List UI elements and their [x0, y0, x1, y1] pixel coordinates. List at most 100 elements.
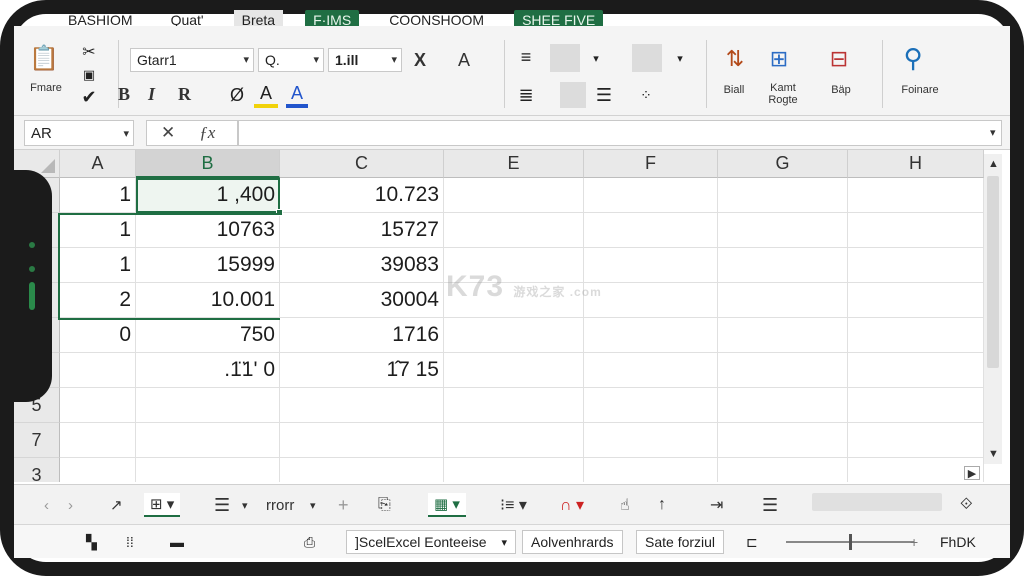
cell[interactable]: 10763: [136, 213, 280, 248]
page-break-icon[interactable]: ▬: [170, 530, 184, 554]
font-name-select[interactable]: Gtarr1 ▾: [130, 48, 254, 72]
cell[interactable]: 10.001: [136, 283, 280, 318]
format-painter-icon[interactable]: ✔: [78, 86, 100, 108]
add-sheet-button[interactable]: +: [338, 493, 349, 517]
cell[interactable]: [718, 458, 848, 482]
touch-icon[interactable]: ☝: [620, 493, 630, 517]
font-color-button[interactable]: A: [286, 82, 308, 108]
scroll-down-icon[interactable]: ▼: [988, 448, 999, 460]
cell[interactable]: [60, 388, 136, 423]
cell[interactable]: .1̈1' 0: [136, 353, 280, 388]
align-left-icon[interactable]: ≣: [514, 84, 538, 106]
cell[interactable]: [444, 423, 584, 458]
expand-icon[interactable]: ⟐: [960, 493, 973, 517]
cell[interactable]: [848, 388, 984, 423]
formula-input[interactable]: [238, 120, 1002, 146]
advanced-button[interactable]: Aolvenhrards: [522, 530, 623, 554]
sheet-name-label[interactable]: rrorr: [266, 493, 294, 517]
chevron-down-icon[interactable]: ▾: [674, 48, 686, 68]
cell[interactable]: [444, 388, 584, 423]
font-size-select[interactable]: 1.ill ▾: [328, 48, 402, 72]
column-header-f[interactable]: F: [584, 150, 718, 178]
cell[interactable]: [848, 213, 984, 248]
zoom-in-icon[interactable]: +: [910, 530, 918, 554]
cell[interactable]: [718, 178, 848, 213]
font-style-select[interactable]: Q. ▾: [258, 48, 324, 72]
cell[interactable]: [584, 248, 718, 283]
cell[interactable]: 1: [60, 248, 136, 283]
clear-format-button[interactable]: X: [414, 50, 426, 71]
border-icon[interactable]: Ø: [226, 84, 248, 106]
cell[interactable]: [136, 388, 280, 423]
cell[interactable]: 750: [136, 318, 280, 353]
cell[interactable]: 1716: [280, 318, 444, 353]
cell[interactable]: [584, 388, 718, 423]
scrollbar-thumb[interactable]: [987, 176, 999, 368]
cell[interactable]: [848, 283, 984, 318]
copy-icon[interactable]: ▣: [78, 66, 100, 84]
cell[interactable]: [136, 458, 280, 482]
cell[interactable]: [444, 353, 584, 388]
cell[interactable]: [60, 353, 136, 388]
cell[interactable]: [718, 423, 848, 458]
cell[interactable]: [584, 353, 718, 388]
column-header-h[interactable]: H: [848, 150, 984, 178]
magnet-icon[interactable]: ∩ ▾: [560, 493, 584, 517]
page-layout-icon[interactable]: ⁞⁞: [126, 530, 134, 554]
cell[interactable]: [848, 353, 984, 388]
cell[interactable]: [718, 388, 848, 423]
fill-handle[interactable]: [276, 209, 283, 216]
cell[interactable]: [444, 458, 584, 482]
zoom-slider-knob[interactable]: [849, 534, 852, 550]
cell[interactable]: [848, 248, 984, 283]
align-right-icon[interactable]: ☰: [592, 84, 616, 106]
cell[interactable]: [584, 423, 718, 458]
prev-sheet-icon[interactable]: ‹: [44, 493, 49, 517]
format-range-icon[interactable]: ⊞: [764, 44, 794, 74]
cell[interactable]: [60, 423, 136, 458]
chart-view-icon[interactable]: ▦ ▾: [428, 493, 466, 517]
indent-icon[interactable]: ⇥: [710, 493, 723, 517]
cell[interactable]: [584, 178, 718, 213]
cell[interactable]: 2: [60, 283, 136, 318]
fx-icon[interactable]: ƒx: [199, 123, 215, 143]
list-icon[interactable]: ☰: [214, 493, 230, 517]
layout-view-icon[interactable]: ⊞ ▾: [144, 493, 181, 517]
bold-button[interactable]: B: [118, 84, 130, 105]
cell[interactable]: [718, 283, 848, 318]
merge-cells-icon[interactable]: [632, 44, 662, 72]
number-format-icon[interactable]: ⁘: [632, 84, 660, 106]
cell[interactable]: 0: [60, 318, 136, 353]
underline-button[interactable]: R: [178, 84, 191, 105]
cells-icon[interactable]: ⇅: [720, 44, 750, 74]
cell[interactable]: 1 ,400: [136, 178, 280, 213]
cell[interactable]: 39083: [280, 248, 444, 283]
cell[interactable]: 1: [60, 213, 136, 248]
cut-icon[interactable]: ✂: [78, 42, 100, 62]
cell[interactable]: [718, 213, 848, 248]
cancel-icon[interactable]: ✕: [161, 123, 175, 143]
next-sheet-icon[interactable]: ›: [68, 493, 73, 517]
align-center-icon[interactable]: [560, 82, 586, 108]
scroll-right-icon[interactable]: ▶: [964, 466, 980, 480]
cell[interactable]: [136, 423, 280, 458]
cell[interactable]: [848, 318, 984, 353]
cell[interactable]: [280, 423, 444, 458]
cell[interactable]: [444, 213, 584, 248]
upload-icon[interactable]: ↑: [658, 493, 666, 517]
scroll-up-icon[interactable]: ▲: [988, 158, 999, 170]
cell[interactable]: 15727: [280, 213, 444, 248]
cell[interactable]: [280, 458, 444, 482]
cell[interactable]: 1: [60, 178, 136, 213]
cell[interactable]: [60, 458, 136, 482]
cell[interactable]: [444, 318, 584, 353]
macro-icon[interactable]: ⎙: [304, 530, 315, 554]
cell[interactable]: 10.723: [280, 178, 444, 213]
cell[interactable]: [280, 388, 444, 423]
vertical-scrollbar[interactable]: ▲ ▼: [984, 154, 1002, 464]
chevron-down-icon[interactable]: ▾: [310, 493, 316, 517]
wrap-text-icon[interactable]: [550, 44, 580, 72]
grow-font-button[interactable]: A: [458, 50, 470, 71]
fit-page-icon[interactable]: ⊏: [746, 530, 758, 554]
cell[interactable]: [848, 423, 984, 458]
